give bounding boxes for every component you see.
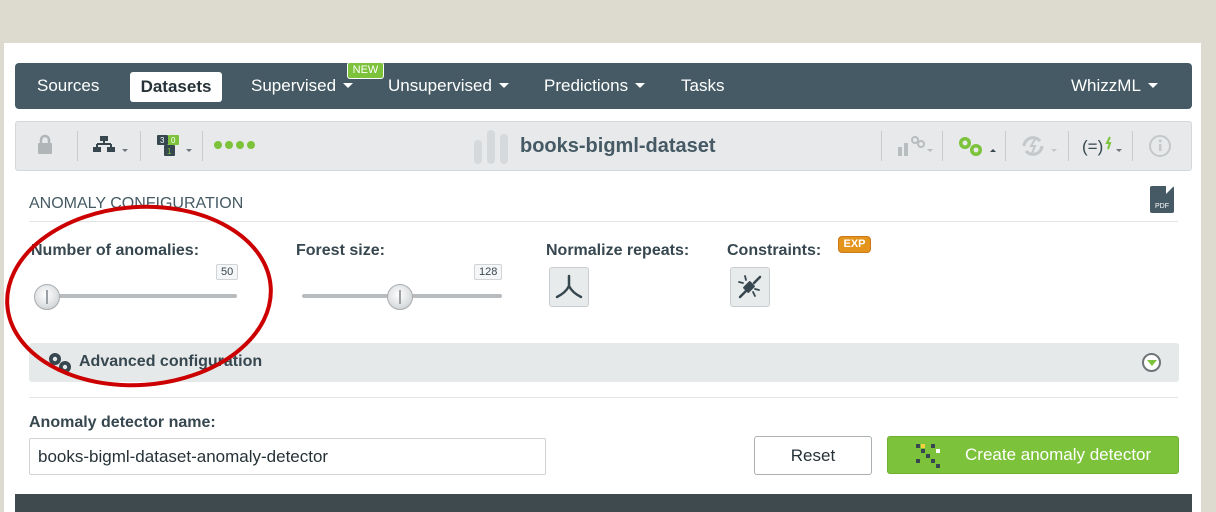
chevron-down-icon[interactable] [1142, 353, 1161, 372]
exp-badge: EXP [838, 236, 871, 253]
toolbar-divider [1132, 131, 1133, 161]
gears-icon[interactable] [956, 133, 1002, 159]
chevron-down-icon [635, 83, 646, 88]
anomaly-detector-icon [912, 440, 944, 470]
nav-predictions-label: Predictions [544, 76, 629, 95]
divider [29, 221, 1178, 222]
toolbar-divider [942, 131, 943, 161]
nav-unsupervised-label: Unsupervised [388, 76, 492, 95]
lock-icon[interactable] [35, 133, 55, 159]
forest-size-label: Forest size: [296, 242, 385, 259]
info-icon[interactable] [1148, 133, 1172, 159]
toolbar-divider [77, 131, 78, 161]
num-anomalies-label: Number of anomalies: [31, 242, 200, 259]
advanced-config-label: Advanced configuration [79, 353, 263, 370]
tree-icon[interactable] [92, 133, 132, 159]
dataset-badge-icon[interactable]: 30 1 [155, 133, 197, 159]
toolbar-divider [1005, 131, 1006, 161]
num-anomalies-track[interactable] [36, 294, 237, 298]
nav-datasets[interactable]: Datasets [130, 72, 222, 102]
constraints-label: Constraints: [727, 242, 822, 259]
section-title: ANOMALY CONFIGURATION [29, 195, 244, 212]
constraints-toggle-button[interactable] [730, 267, 770, 307]
nav-whizzml[interactable]: WhizzML [1071, 63, 1158, 109]
nav-whizzml-label: WhizzML [1071, 76, 1141, 95]
nav-datasets-label: Datasets [140, 77, 212, 96]
forest-size-value: 128 [474, 264, 503, 280]
svg-text:0: 0 [171, 136, 176, 145]
nav-tasks-label: Tasks [681, 76, 725, 95]
pdf-icon[interactable]: PDF [1150, 186, 1174, 213]
detector-name-label: Anomaly detector name: [29, 414, 216, 431]
svg-text:(=): (=) [1082, 137, 1103, 156]
refresh-icon[interactable] [1020, 133, 1062, 159]
dataset-title: books-bigml-dataset [520, 135, 716, 157]
num-anomalies-slider-handle[interactable] [34, 284, 60, 310]
nav-sources[interactable]: Sources [37, 63, 99, 109]
toolbar-divider [881, 131, 882, 161]
formula-icon[interactable]: (=) [1082, 133, 1126, 159]
divider [29, 397, 1178, 398]
scatter-icon[interactable] [896, 133, 938, 159]
bottom-band [15, 494, 1192, 512]
dataset-bars-icon [472, 130, 510, 164]
pdf-label: PDF [1155, 203, 1169, 210]
nav-unsupervised[interactable]: Unsupervised [388, 63, 509, 109]
normalize-icon [555, 274, 583, 299]
toolbar-divider [202, 131, 203, 161]
chevron-down-icon [498, 83, 509, 88]
status-dots [214, 141, 255, 149]
reset-button[interactable]: Reset [754, 436, 872, 475]
svg-text:1: 1 [167, 147, 172, 156]
nav-sources-label: Sources [37, 76, 100, 95]
toolbar-divider [1068, 131, 1069, 161]
num-anomalies-value: 50 [216, 264, 239, 280]
chevron-down-icon [343, 83, 354, 88]
new-badge: NEW [347, 62, 384, 79]
nav-supervised[interactable]: Supervised [251, 63, 354, 109]
constraints-plug-icon [738, 275, 762, 299]
nav-supervised-label: Supervised [251, 76, 337, 95]
chevron-down-icon [1147, 83, 1158, 88]
normalize-toggle-button[interactable] [549, 267, 589, 307]
nav-predictions[interactable]: Predictions [544, 63, 646, 109]
svg-text:3: 3 [160, 136, 165, 145]
nav-tasks[interactable]: Tasks [681, 63, 724, 109]
toolbar-divider [140, 131, 141, 161]
detector-name-input[interactable] [29, 438, 546, 475]
forest-size-slider-handle[interactable] [387, 284, 413, 310]
gears-icon [46, 350, 74, 381]
normalize-label: Normalize repeats: [546, 242, 690, 259]
